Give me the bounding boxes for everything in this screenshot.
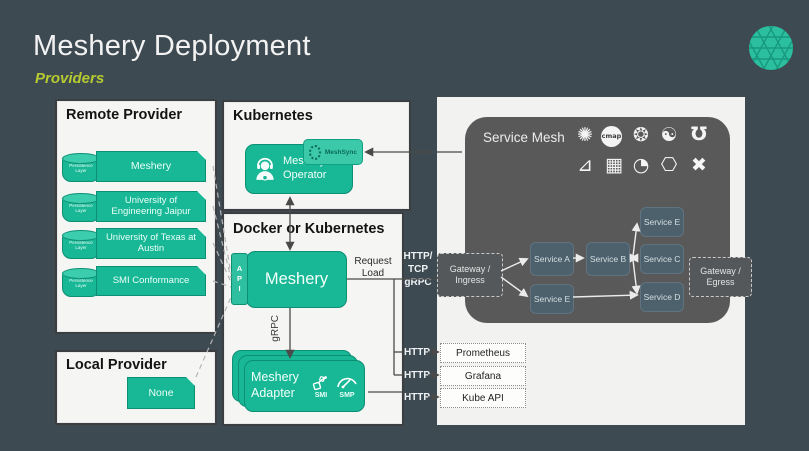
smp-icon (336, 374, 358, 392)
service-mesh-logo-6: ⊿ (572, 156, 598, 175)
persistence-label: Persistence Layer (63, 240, 99, 251)
grafana-box[interactable]: Grafana (440, 366, 526, 386)
service-e-bottom-box[interactable]: Service E (530, 284, 574, 314)
smi-label: SMI (315, 392, 327, 399)
service-mesh-logo-7: ▦ (601, 156, 627, 175)
persistence-cylinder: Persistence Layer (62, 233, 100, 259)
provider-item-meshery[interactable]: Meshery (96, 151, 206, 182)
persistence-cylinder: Persistence Layer (62, 271, 100, 297)
service-b-box[interactable]: Service B (586, 242, 630, 276)
protocol-line: gRPC (399, 276, 437, 289)
http-label-2: HTTP (400, 369, 434, 382)
page-title: Meshery Deployment (33, 30, 311, 63)
protocol-line: TCP (399, 263, 437, 276)
protocol-line: HTTP/ (399, 250, 437, 263)
grpc-label: gRPC (270, 315, 281, 342)
meshery-label: Meshery (265, 270, 328, 289)
service-mesh-logo-5: Ʊ (686, 125, 712, 144)
kubernetes-title: Kubernetes (233, 108, 313, 124)
slide: Meshery Deployment Providers Remote Prov… (0, 0, 809, 451)
smi-icon (312, 374, 330, 392)
meshery-adapter-box[interactable]: Meshery Adapter SMI SMP (244, 360, 365, 412)
ingress-protocols-label: HTTP/ TCP gRPC (399, 250, 437, 289)
http-label-3: HTTP (400, 391, 434, 404)
service-d-box[interactable]: Service D (640, 282, 684, 312)
request-load-label: Request Load (350, 256, 396, 280)
persistence-label: Persistence Layer (63, 203, 99, 214)
service-e-top-box[interactable]: Service E (640, 207, 684, 237)
kube-api-box[interactable]: Kube API (440, 388, 526, 408)
smp-badge: SMP (336, 374, 358, 399)
persistence-label: Persistence Layer (63, 163, 99, 174)
prometheus-box[interactable]: Prometheus (440, 343, 526, 363)
meshery-api-tab[interactable]: API (231, 253, 248, 305)
local-provider-title: Local Provider (66, 357, 167, 373)
service-mesh-logo-1: ✺ (572, 126, 598, 145)
service-mesh-logo-8: ◔ (628, 156, 654, 175)
http-label-1: HTTP (400, 346, 434, 359)
provider-item-uni-texas[interactable]: University of Texas at Austin (96, 228, 206, 259)
provider-item-none[interactable]: None (127, 377, 195, 409)
persistence-label: Persistence Layer (63, 278, 99, 289)
smi-badge: SMI (312, 374, 330, 399)
remote-provider-title: Remote Provider (66, 107, 182, 123)
service-mesh-logo-10: ✖ (686, 156, 712, 175)
gateway-egress-box[interactable]: Gateway / Egress (689, 257, 752, 297)
provider-item-smi-conformance[interactable]: SMI Conformance (96, 266, 206, 296)
service-mesh-logo-9: ⎔ (656, 156, 682, 175)
gateway-ingress-box[interactable]: Gateway / Ingress (437, 253, 503, 297)
service-mesh-logo-3: ❂ (628, 126, 654, 145)
operator-icon (252, 156, 278, 182)
service-a-box[interactable]: Service A (530, 242, 574, 276)
meshsync-icon (309, 145, 321, 160)
meshery-box[interactable]: Meshery (246, 251, 347, 308)
persistence-cylinder: Persistence Layer (62, 196, 100, 222)
page-subtitle: Providers (35, 70, 104, 87)
service-mesh-logo-4: ☯ (656, 126, 682, 145)
meshsync-label: MeshSync (325, 149, 357, 156)
meshery-logo-icon (747, 24, 795, 72)
service-c-box[interactable]: Service C (640, 244, 684, 274)
provider-item-uni-jaipur[interactable]: University of Engineering Jaipur (96, 191, 206, 222)
persistence-cylinder: Persistence Layer (62, 156, 100, 182)
meshery-adapter-label: Meshery Adapter (251, 370, 306, 401)
service-mesh-logo-2: cmap (601, 126, 622, 147)
meshsync-box[interactable]: MeshSync (303, 139, 363, 165)
smp-label: SMP (339, 392, 354, 399)
docker-title: Docker or Kubernetes (233, 221, 385, 237)
service-mesh-title: Service Mesh (483, 130, 565, 145)
